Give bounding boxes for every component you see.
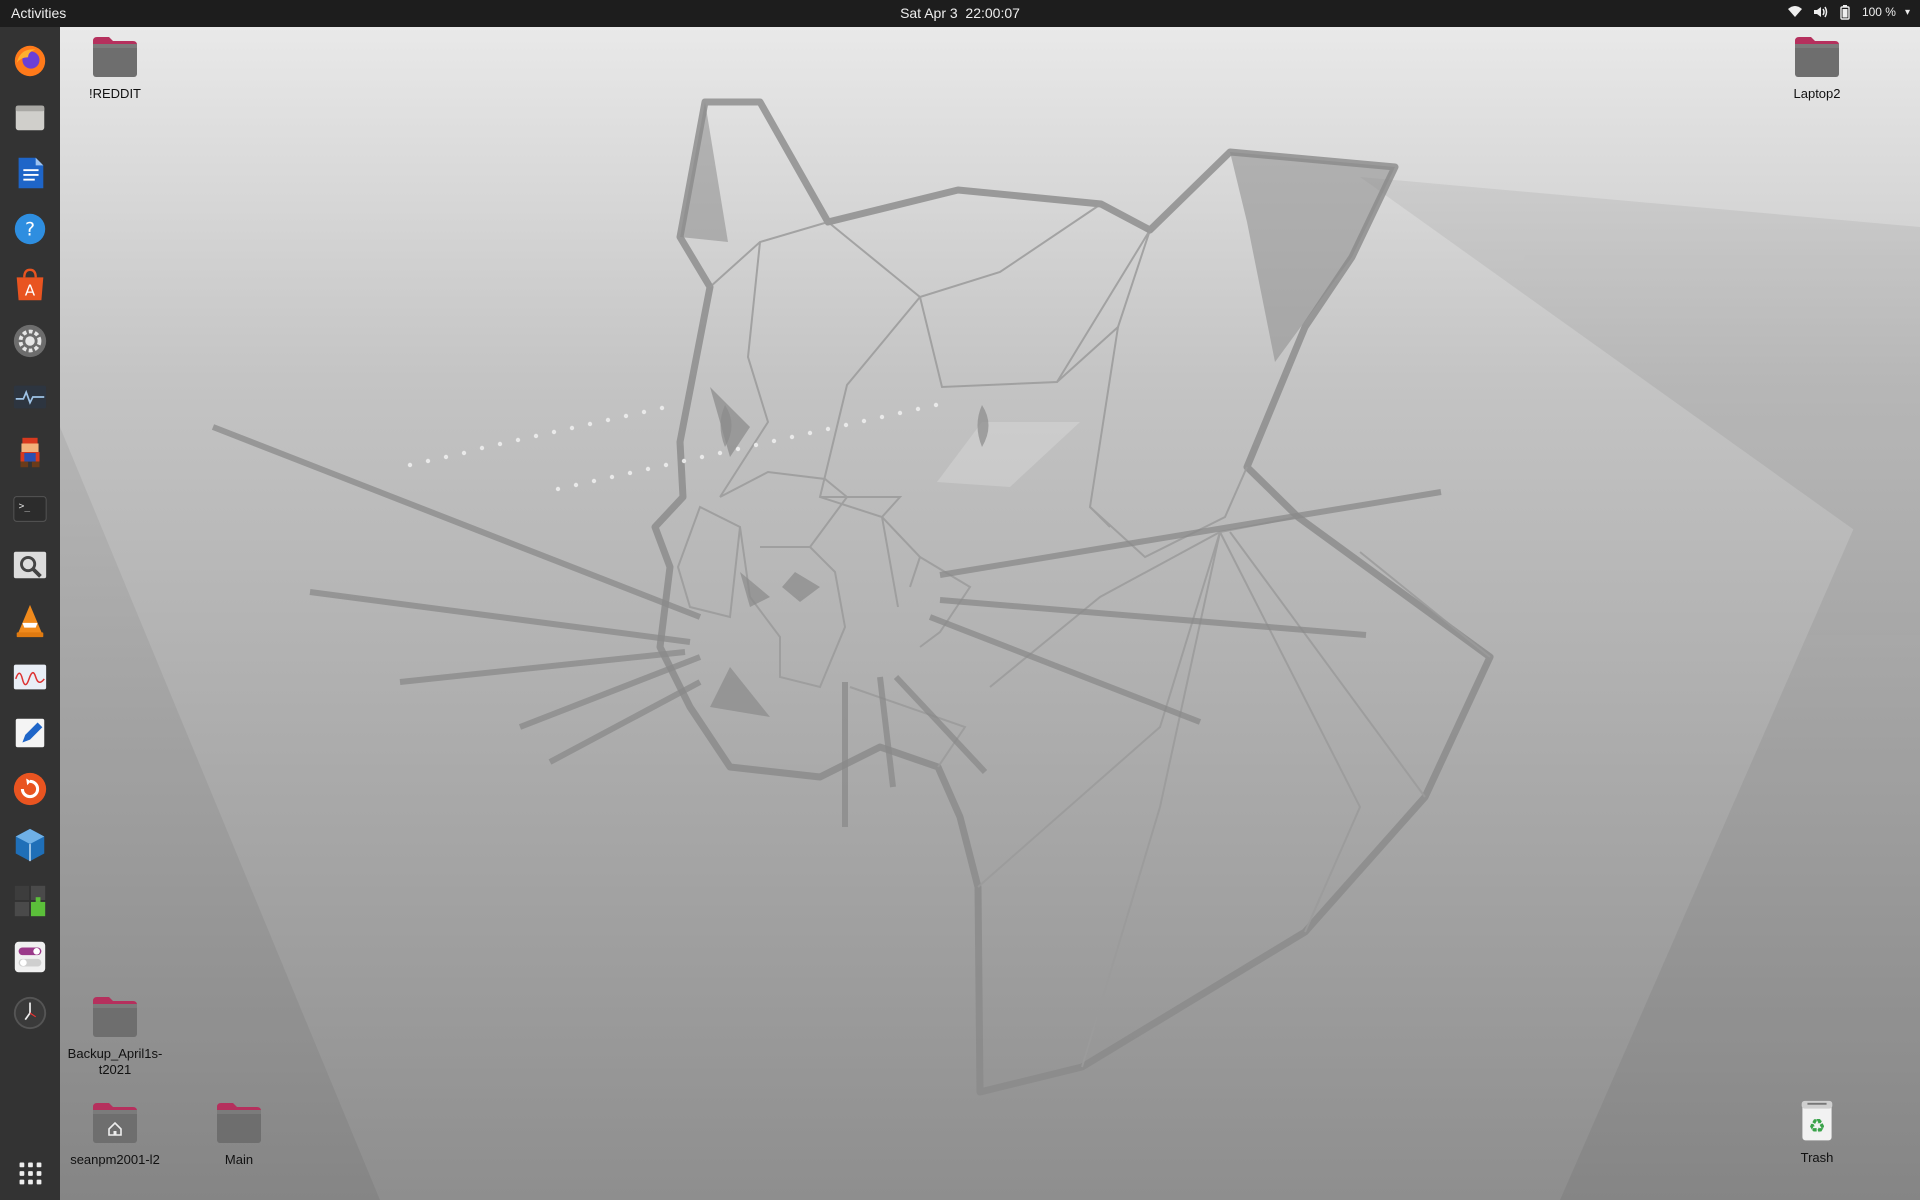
chevron-down-icon[interactable]: ▾	[1905, 7, 1910, 18]
dock-updater[interactable]	[10, 769, 50, 809]
desktop[interactable]: !REDDIT Laptop2 Backup_April1s-t2021 sea…	[60, 27, 1920, 1200]
svg-text:>_: >_	[19, 501, 31, 512]
help-icon: ?	[14, 213, 46, 245]
desktop-folder-reddit[interactable]: !REDDIT	[60, 35, 170, 102]
virtualbox-icon	[15, 828, 45, 862]
dock-system-monitor[interactable]	[10, 377, 50, 417]
activities-button[interactable]: Activities	[11, 5, 66, 21]
folder-icon	[1795, 37, 1839, 77]
files-icon	[15, 105, 45, 131]
dock-text-editor[interactable]	[10, 713, 50, 753]
svg-text:A: A	[25, 281, 36, 299]
trash-icon: ♻	[1800, 1100, 1834, 1142]
folder-icon	[93, 37, 137, 77]
game-icon	[20, 437, 40, 468]
writer-icon	[18, 157, 44, 189]
folder-label: Backup_April1s-t2021	[67, 1046, 163, 1077]
software-icon: A	[16, 268, 44, 301]
folder-label: Main	[224, 1152, 254, 1167]
desktop-trash[interactable]: ♻ Trash	[1762, 1099, 1872, 1166]
apps-grid-icon	[19, 1162, 42, 1185]
dock-firefox[interactable]	[10, 41, 50, 81]
dock-writer[interactable]	[10, 153, 50, 193]
system-monitor-icon	[13, 385, 47, 409]
dock-virtualbox[interactable]	[10, 825, 50, 865]
battery-icon[interactable]	[1837, 4, 1853, 20]
dock-help[interactable]: ?	[10, 209, 50, 249]
extensions-icon	[14, 885, 46, 917]
firefox-icon	[14, 45, 46, 77]
dock-settings[interactable]	[10, 321, 50, 361]
system-tray[interactable]: 100 % ▾	[1787, 4, 1910, 20]
dock-vlc[interactable]	[10, 601, 50, 641]
vlc-icon	[16, 604, 44, 638]
dock-software[interactable]: A	[10, 265, 50, 305]
text-editor-icon	[15, 718, 45, 748]
battery-percent: 100 %	[1861, 5, 1896, 19]
terminal-icon: >_	[13, 496, 47, 522]
updater-icon	[13, 772, 47, 806]
dock-terminal[interactable]: >_	[10, 489, 50, 529]
date-time-button[interactable]: Sat Apr 3 22:00:07	[900, 5, 1020, 21]
dock-game[interactable]	[10, 433, 50, 473]
desktop-folder-main[interactable]: Main	[184, 1101, 294, 1168]
dock-files[interactable]	[10, 97, 50, 137]
clock-icon	[13, 996, 47, 1030]
volume-icon[interactable]	[1812, 4, 1828, 20]
dock: ? A >_	[0, 27, 60, 1200]
tweaks-icon	[14, 941, 46, 973]
folder-label: !REDDIT	[89, 86, 141, 101]
magnifier-icon	[13, 551, 47, 579]
clock-area: Sat Apr 3 22:00:07	[0, 5, 1920, 21]
settings-icon	[13, 324, 47, 358]
folder-label: Laptop2	[1793, 86, 1841, 101]
dock-waveform[interactable]	[10, 657, 50, 697]
dock-extensions[interactable]	[10, 881, 50, 921]
dock-tweaks[interactable]	[10, 937, 50, 977]
desktop-home-folder[interactable]: seanpm2001-l2	[60, 1101, 170, 1168]
folder-icon	[93, 997, 137, 1037]
desktop-folder-backup[interactable]: Backup_April1s-t2021	[60, 995, 170, 1078]
svg-text:♻: ♻	[1808, 1114, 1825, 1137]
svg-text:?: ?	[25, 219, 35, 241]
trash-label: Trash	[1800, 1150, 1834, 1165]
waveform-icon	[13, 664, 47, 690]
home-folder-icon	[93, 1103, 137, 1143]
dock-magnifier[interactable]	[10, 545, 50, 585]
top-bar: Activities Sat Apr 3 22:00:07 100 % ▾	[0, 0, 1920, 27]
show-applications-button[interactable]	[10, 1153, 50, 1193]
folder-icon	[217, 1103, 261, 1143]
dock-clock[interactable]	[10, 993, 50, 1033]
desktop-folder-laptop2[interactable]: Laptop2	[1762, 35, 1872, 102]
wifi-icon[interactable]	[1787, 4, 1803, 20]
wallpaper-cat-illustration	[60, 98, 1920, 1200]
folder-label: seanpm2001-l2	[70, 1152, 160, 1167]
